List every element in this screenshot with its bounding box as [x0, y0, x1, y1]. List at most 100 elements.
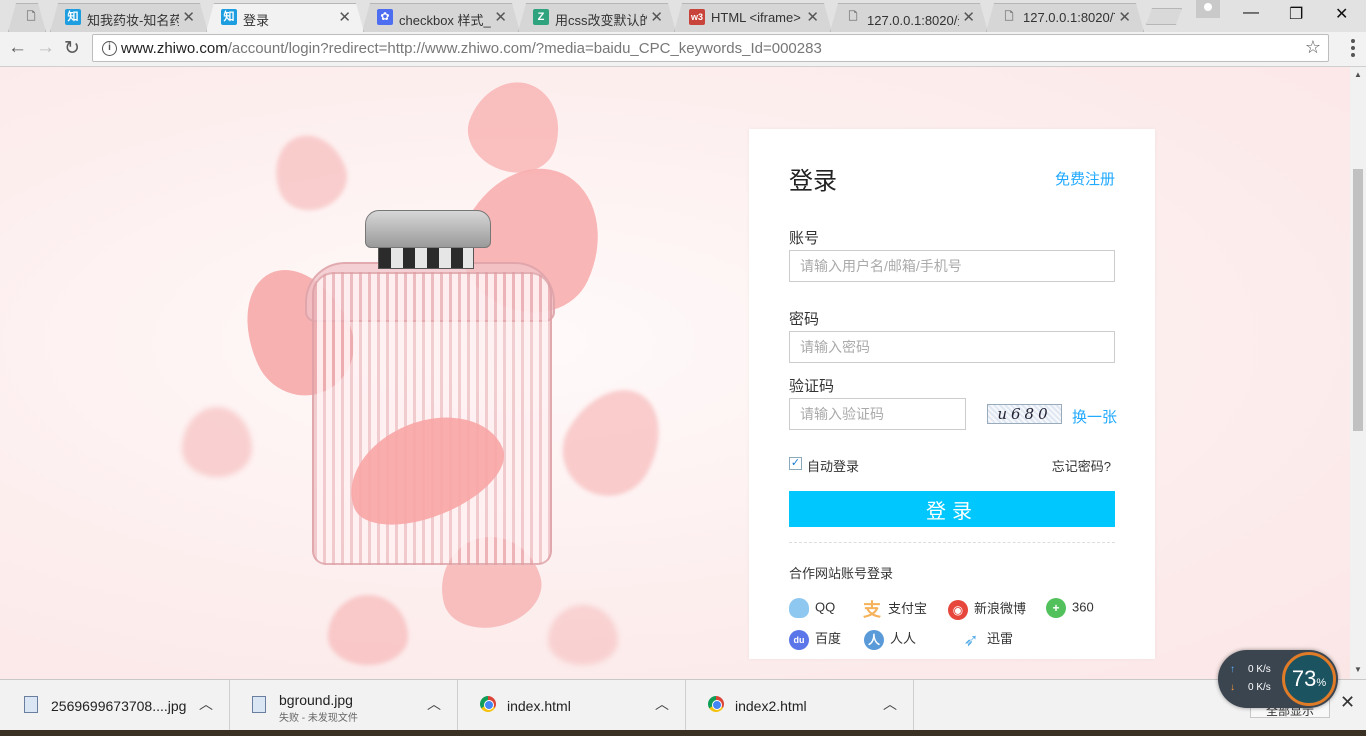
login-submit-button[interactable]: 登录 — [789, 491, 1115, 527]
petal-decoration — [548, 605, 618, 665]
alipay-login[interactable]: 支支付宝 — [862, 598, 927, 620]
tab-blank[interactable]: 🗋 — [8, 3, 46, 32]
download-name: index.html — [507, 698, 571, 714]
address-bar[interactable]: i www.zhiwo.com/account/login?redirect=h… — [92, 34, 1329, 62]
new-tab-button[interactable] — [1146, 8, 1182, 25]
tab-localhost-1[interactable]: 🗋 127.0.0.1:8020/登 ✕ — [830, 3, 988, 32]
partner-label: 360 — [1072, 599, 1094, 615]
close-icon[interactable]: ✕ — [1118, 8, 1131, 26]
login-card: 登录 免费注册 账号 密码 验证码 u680 换一张 ✓ 自动登录 忘记密码? … — [749, 129, 1155, 659]
weibo-icon: ◉ — [948, 599, 968, 620]
upload-arrow-icon: ↑ — [1230, 664, 1235, 675]
360-login[interactable]: +360 — [1046, 598, 1094, 618]
image-file-icon — [252, 696, 266, 713]
scrollbar-thumb[interactable] — [1353, 169, 1363, 431]
partner-label: 支付宝 — [888, 601, 928, 616]
tab-html-iframe[interactable]: w3 HTML <iframe> ✕ — [674, 3, 832, 32]
forward-icon[interactable]: → — [36, 37, 55, 59]
petal-decoration — [546, 371, 680, 513]
page-scrollbar[interactable]: ▲ ▼ — [1350, 67, 1366, 679]
tab-title: checkbox 样式_百 — [399, 13, 491, 28]
upload-speed-value: 0 K/s — [1248, 664, 1271, 675]
download-item[interactable]: bground.jpg 失败 - 未发现文件 ︿ — [230, 680, 458, 731]
url-host: www.zhiwo.com — [121, 40, 228, 57]
partner-label: 百度 — [815, 631, 842, 646]
captcha-input[interactable] — [789, 398, 966, 430]
xunlei-icon: ➶ — [963, 629, 979, 650]
auto-login-label[interactable]: 自动登录 — [807, 456, 859, 475]
chevron-up-icon[interactable]: ︿ — [199, 694, 213, 714]
perfume-cap — [365, 210, 491, 248]
captcha-image[interactable]: u680 — [987, 404, 1062, 424]
divider — [789, 542, 1115, 543]
renren-login[interactable]: 人人人 — [864, 628, 916, 650]
tab-checkbox-style[interactable]: ✿ checkbox 样式_百 ✕ — [362, 3, 520, 32]
partner-label: 人人 — [890, 631, 917, 646]
download-arrow-icon: ↓ — [1230, 682, 1235, 693]
tab-localhost-2[interactable]: 🗋 127.0.0.1:8020/Te ✕ — [986, 3, 1144, 32]
chevron-up-icon[interactable]: ︿ — [883, 694, 897, 714]
page-icon: 🗋 — [26, 11, 36, 23]
qq-icon — [789, 598, 809, 618]
z-icon: Z — [533, 9, 549, 25]
minimize-icon[interactable]: — — [1243, 4, 1259, 22]
restore-icon[interactable]: ❐ — [1289, 4, 1303, 24]
partner-label: 迅雷 — [987, 631, 1014, 646]
downloads-shelf: 2569699673708....jpg ︿ bground.jpg 失败 - … — [0, 679, 1366, 731]
back-icon[interactable]: ← — [8, 37, 27, 59]
close-icon[interactable]: ✕ — [806, 8, 819, 26]
close-icon[interactable]: ✕ — [338, 8, 351, 26]
captcha-label: 验证码 — [789, 378, 835, 395]
tab-strip: 🗋 知 知我药妆-知名药妆 ✕ 知 登录 ✕ ✿ checkbox 样式_百 ✕… — [0, 0, 1366, 32]
auto-login-checkbox[interactable]: ✓ — [789, 457, 802, 470]
register-link[interactable]: 免费注册 — [1055, 168, 1115, 189]
weibo-login[interactable]: ◉ 新浪微博 — [948, 598, 1026, 620]
download-item[interactable]: index.html ︿ — [458, 680, 686, 731]
shelf-close-icon[interactable]: ✕ — [1340, 692, 1355, 713]
scroll-down-icon[interactable]: ▼ — [1354, 665, 1362, 674]
download-status: 失败 - 未发现文件 — [279, 713, 358, 724]
tab-title: 127.0.0.1:8020/Te — [1023, 10, 1114, 25]
close-icon[interactable]: ✕ — [494, 8, 507, 26]
chevron-up-icon[interactable]: ︿ — [655, 694, 669, 714]
download-name: bground.jpg — [279, 692, 353, 708]
bookmark-star-icon[interactable]: ☆ — [1305, 37, 1321, 58]
close-icon[interactable]: ✕ — [962, 8, 975, 26]
scroll-up-icon[interactable]: ▲ — [1354, 70, 1362, 79]
menu-icon[interactable] — [1351, 39, 1355, 57]
close-icon[interactable]: ✕ — [182, 8, 195, 26]
window-close-icon[interactable]: ✕ — [1335, 4, 1348, 24]
download-name: 2569699673708....jpg — [51, 698, 187, 714]
reload-icon[interactable]: ↻ — [64, 37, 80, 60]
password-label: 密码 — [789, 311, 820, 328]
taskbar — [0, 730, 1366, 736]
tab-title: HTML <iframe> — [711, 10, 801, 25]
qq-login[interactable]: QQ — [789, 598, 835, 618]
network-monitor-widget[interactable]: ↑ 0 K/s ↓ 0 K/s 73% — [1218, 650, 1338, 708]
browser-toolbar: ← → ↻ i www.zhiwo.com/account/login?redi… — [0, 32, 1366, 67]
page-icon: 🗋 — [848, 11, 858, 23]
info-icon[interactable]: i — [102, 41, 117, 56]
download-item[interactable]: 2569699673708....jpg ︿ — [2, 680, 230, 731]
captcha-refresh-link[interactable]: 换一张 — [1072, 406, 1117, 427]
password-input[interactable] — [789, 331, 1115, 363]
tab-title: 登录 — [243, 13, 270, 28]
download-speed-value: 0 K/s — [1248, 682, 1271, 693]
forgot-password-link[interactable]: 忘记密码? — [1052, 456, 1111, 475]
tab-zhiwo-home[interactable]: 知 知我药妆-知名药妆 ✕ — [50, 3, 208, 32]
tab-css-checkbox[interactable]: Z 用css改变默认的c ✕ — [518, 3, 676, 32]
close-icon[interactable]: ✕ — [650, 8, 663, 26]
petal-decoration — [328, 595, 408, 665]
baidu-paw-icon: ✿ — [377, 9, 393, 25]
xunlei-login[interactable]: ➶ 迅雷 — [961, 628, 1013, 650]
chrome-icon — [480, 696, 496, 712]
account-input[interactable] — [789, 250, 1115, 282]
download-name: index2.html — [735, 698, 807, 714]
user-profile-icon[interactable] — [1196, 0, 1220, 18]
petal-decoration — [264, 125, 356, 220]
download-item[interactable]: index2.html ︿ — [686, 680, 914, 731]
tab-login[interactable]: 知 登录 ✕ — [206, 3, 364, 32]
chevron-up-icon[interactable]: ︿ — [427, 694, 441, 714]
baidu-login[interactable]: du 百度 — [789, 628, 841, 650]
tab-title: 127.0.0.1:8020/登 — [867, 13, 958, 28]
